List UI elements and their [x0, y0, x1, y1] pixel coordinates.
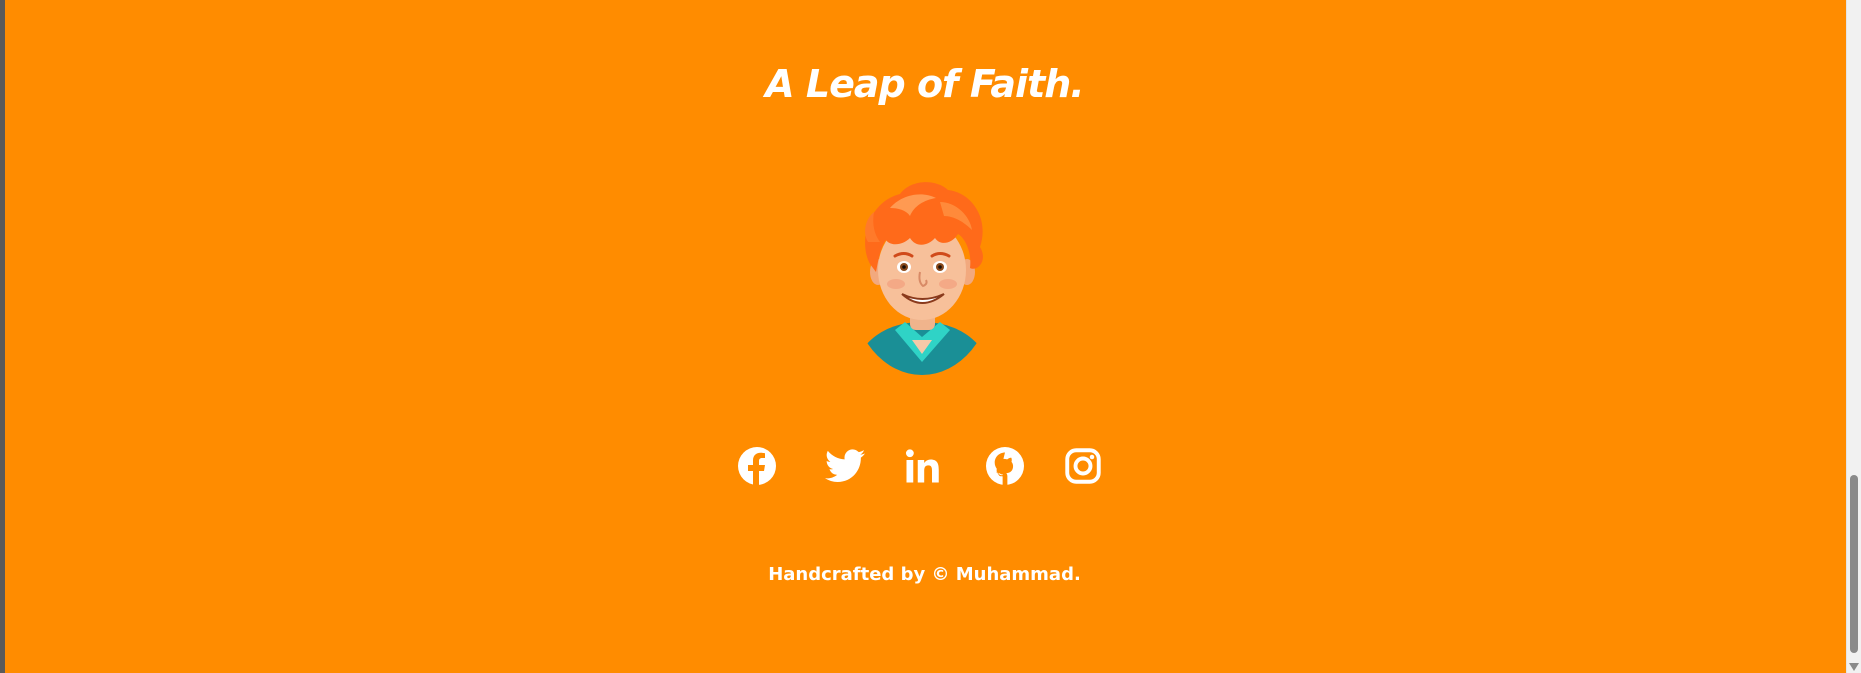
hero-title: A Leap of Faith. [765, 62, 1085, 106]
scrollbar-thumb[interactable] [1850, 475, 1858, 653]
main-content: A Leap of Faith. Handcrafted by © Muhamm… [5, 0, 1844, 673]
avatar [852, 182, 992, 375]
linkedin-link[interactable] [903, 446, 943, 486]
facebook-icon [738, 447, 776, 485]
scroll-down-arrow-icon[interactable] [1849, 663, 1859, 671]
facebook-link[interactable] [737, 446, 777, 486]
twitter-link[interactable] [825, 446, 865, 486]
instagram-link[interactable] [1063, 446, 1103, 486]
linkedin-icon [905, 449, 939, 483]
page: A Leap of Faith. Handcrafted by © Muhamm… [0, 0, 1861, 673]
social-links [5, 446, 1844, 486]
vertical-scrollbar[interactable] [1846, 0, 1861, 673]
github-link[interactable] [985, 446, 1025, 486]
instagram-icon [1065, 448, 1101, 484]
twitter-icon [825, 449, 865, 482]
footer-credit: Handcrafted by © Muhammad. [768, 564, 1081, 585]
github-icon [986, 447, 1024, 485]
